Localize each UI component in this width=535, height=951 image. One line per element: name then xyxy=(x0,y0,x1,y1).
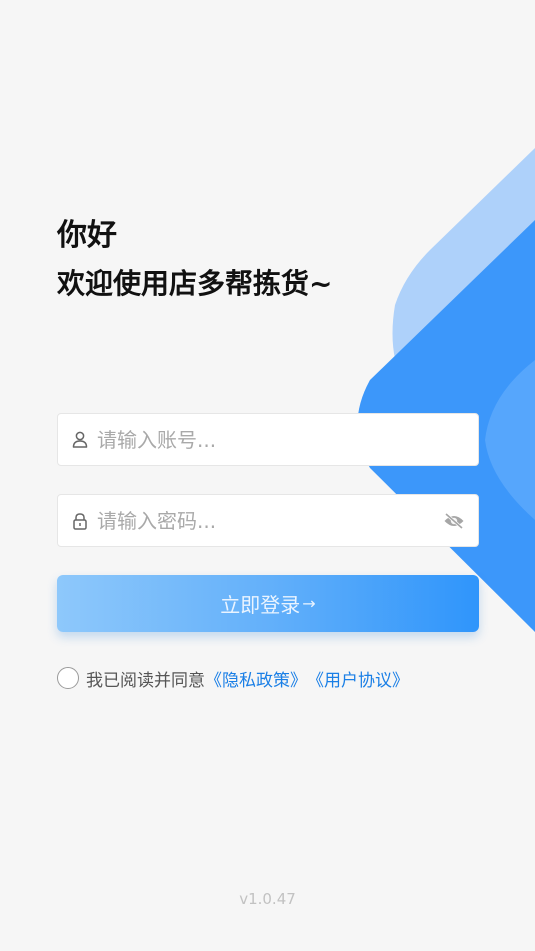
login-page: 你好 欢迎使用店多帮拣货~ 请输入账号... 立即登录 → 我已阅读并同意 《隐… xyxy=(0,0,535,951)
background-decoration xyxy=(357,148,535,632)
password-field xyxy=(57,494,479,547)
login-button[interactable]: 立即登录 → xyxy=(57,575,479,632)
account-field xyxy=(57,413,479,466)
privacy-policy-link[interactable]: 《隐私政策》 xyxy=(205,666,307,691)
agreement-text: 我已阅读并同意 xyxy=(86,670,205,691)
agreement-checkbox[interactable] xyxy=(57,667,79,689)
arrow-right-icon: → xyxy=(302,594,316,613)
greeting-welcome: 欢迎使用店多帮拣货~ xyxy=(57,267,333,300)
password-input[interactable] xyxy=(97,495,442,546)
user-agreement-link[interactable]: 《用户协议》 xyxy=(307,666,409,691)
account-input[interactable] xyxy=(97,414,478,465)
agreement-row: 我已阅读并同意 《隐私政策》 《用户协议》 xyxy=(57,666,409,691)
eye-off-icon[interactable] xyxy=(442,509,466,533)
greeting-hello: 你好 xyxy=(57,218,117,253)
login-button-label: 立即登录 xyxy=(220,593,301,617)
greeting: 你好 欢迎使用店多帮拣货~ xyxy=(57,216,332,304)
lock-icon xyxy=(71,512,89,530)
user-icon xyxy=(71,431,89,449)
app-version: v1.0.47 xyxy=(239,890,296,908)
